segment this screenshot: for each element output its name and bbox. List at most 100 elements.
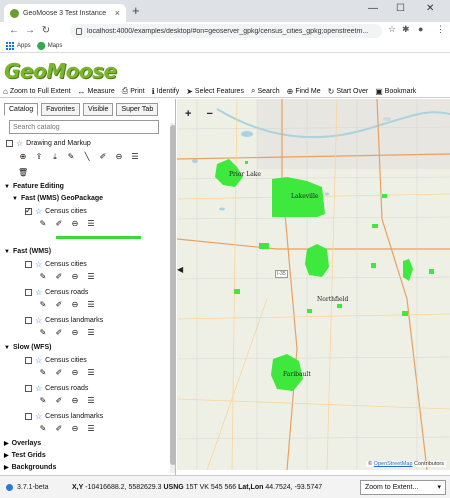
legend-icon[interactable]: ☰	[86, 424, 96, 433]
forward-icon[interactable]: →	[22, 25, 38, 36]
remove-icon[interactable]: ⊖	[70, 368, 80, 377]
minimize-icon[interactable]: —	[368, 3, 378, 14]
favorite-star-icon[interactable]: ☆	[35, 384, 42, 393]
remove-icon[interactable]: ⊖	[70, 272, 80, 281]
remove-icon[interactable]: ⊖	[70, 300, 80, 309]
draw-icon[interactable]: ✐	[54, 328, 64, 337]
back-icon[interactable]: ←	[6, 25, 22, 36]
group-test-grids[interactable]: ▶ Test Grids	[4, 452, 46, 459]
scrollbar-thumb[interactable]	[170, 125, 175, 465]
layer-checkbox[interactable]	[25, 357, 32, 364]
draw-icon[interactable]: ✐	[54, 300, 64, 309]
upload-icon[interactable]: ⇪	[34, 152, 44, 162]
remove-icon[interactable]: ⊖	[70, 424, 80, 433]
catalog-scrollbar[interactable]	[170, 123, 175, 473]
group-slow-wfs[interactable]: ▼ Slow (WFS)	[4, 344, 51, 351]
legend-icon[interactable]: ☰	[86, 396, 96, 405]
tool-find-me[interactable]: ⊕ Find Me	[287, 87, 321, 96]
draw-icon[interactable]: ✐	[54, 272, 64, 281]
draw-point-icon[interactable]: ✎	[66, 152, 76, 162]
opacity-slider[interactable]	[56, 236, 141, 239]
favorite-star-icon[interactable]: ☆	[35, 316, 42, 325]
remove-icon[interactable]: ⊖	[70, 396, 80, 405]
osm-link[interactable]: OpenStreetMap	[374, 461, 413, 467]
tab-super-tab[interactable]: Super Tab	[116, 103, 159, 116]
catalog-search-input[interactable]	[9, 120, 159, 134]
new-tab-button[interactable]: +	[132, 4, 140, 18]
close-tab-icon[interactable]: ×	[115, 8, 120, 18]
address-bar[interactable]: localhost:4000/examples/desktop/#on=geos…	[70, 24, 382, 38]
edit-icon[interactable]: ✎	[38, 368, 48, 377]
favorite-star-icon[interactable]: ☆	[35, 207, 42, 216]
tool-start-over[interactable]: ↻ Start Over	[328, 87, 369, 96]
layer-checkbox[interactable]	[25, 385, 32, 392]
layer-checkbox[interactable]	[25, 317, 32, 324]
edit-icon[interactable]: ✎	[38, 272, 48, 281]
edit-icon[interactable]: ✎	[38, 328, 48, 337]
menu-dots-icon[interactable]: ⋮	[436, 24, 445, 35]
remove-icon[interactable]: ⊖	[70, 328, 80, 337]
zoom-in-button[interactable]: +	[185, 108, 191, 120]
legend-icon[interactable]: ☰	[86, 300, 96, 309]
draw-icon[interactable]: ✐	[54, 396, 64, 405]
legend-icon[interactable]: ☰	[86, 368, 96, 377]
map-view[interactable]: + − ◀ Prior Lake Lakeville Northfield Fa…	[177, 99, 450, 470]
edit-icon[interactable]: ✎	[38, 396, 48, 405]
zoom-to-extent-select[interactable]: Zoom to Extent... ▾	[360, 480, 446, 495]
legend-icon[interactable]: ☰	[86, 219, 96, 228]
remove-icon[interactable]: ⊖	[70, 219, 80, 228]
tab-visible[interactable]: Visible	[82, 103, 114, 116]
trash-icon[interactable]: 🗑	[18, 168, 28, 177]
zoom-to-layer-icon[interactable]: ⊕	[18, 152, 28, 162]
tab-catalog[interactable]: Catalog	[4, 103, 39, 116]
group-backgrounds[interactable]: ▶ Backgrounds	[4, 464, 56, 471]
favorite-star-icon[interactable]: ☆	[35, 288, 42, 297]
tool-select-features[interactable]: ➤ Select Features	[186, 87, 244, 96]
legend-icon[interactable]: ☰	[130, 152, 140, 162]
edit-icon[interactable]: ✎	[38, 424, 48, 433]
tool-zoom-to-full-extent[interactable]: ⌂ Zoom to Full Extent	[3, 87, 71, 96]
edit-icon[interactable]: ✎	[38, 219, 48, 228]
tab-favorites[interactable]: Favorites	[41, 103, 80, 116]
layer-checkbox[interactable]	[25, 261, 32, 268]
tool-search[interactable]: ⌕ Search	[251, 86, 280, 96]
group-feature-editing[interactable]: ▼ Feature Editing	[4, 183, 64, 190]
zoom-out-button[interactable]: −	[207, 108, 213, 120]
bookmark-maps[interactable]: ⬤ Maps	[37, 41, 63, 50]
star-bookmark-icon[interactable]: ☆	[388, 24, 396, 35]
draw-icon[interactable]: ✐	[54, 219, 64, 228]
group-fast-wms-gpkg[interactable]: ▼ Fast (WMS) GeoPackage	[12, 195, 103, 202]
collapse-panel-button[interactable]: ◀	[177, 265, 183, 274]
reload-icon[interactable]: ↻	[38, 25, 54, 36]
group-overlays[interactable]: ▶ Overlays	[4, 440, 41, 447]
edit-icon[interactable]: ✎	[38, 300, 48, 309]
draw-line-icon[interactable]: ╲	[82, 152, 92, 162]
remove-icon[interactable]: ⊖	[114, 152, 124, 162]
bookmark-apps[interactable]: Apps	[6, 41, 31, 50]
layer-checkbox[interactable]	[25, 289, 32, 296]
extension-icon[interactable]: ✱	[402, 24, 410, 35]
group-fast-wms[interactable]: ▼ Fast (WMS)	[4, 248, 51, 255]
maximize-icon[interactable]: ☐	[396, 3, 405, 14]
download-icon[interactable]: ⤓	[50, 152, 60, 162]
tool-measure[interactable]: ↔ Measure	[78, 87, 115, 96]
layer-checkbox[interactable]	[6, 140, 13, 147]
draw-icon[interactable]: ✐	[54, 424, 64, 433]
tool-print[interactable]: ⎙ Print	[122, 86, 145, 96]
legend-icon[interactable]: ☰	[86, 272, 96, 281]
draw-icon[interactable]: ✐	[54, 368, 64, 377]
favorite-star-icon[interactable]: ☆	[16, 139, 23, 148]
favorite-star-icon[interactable]: ☆	[35, 356, 42, 365]
legend-icon[interactable]: ☰	[86, 328, 96, 337]
tool-bookmark[interactable]: ▣ Bookmark	[375, 87, 416, 96]
favorite-star-icon[interactable]: ☆	[35, 412, 42, 421]
tool-identify[interactable]: ℹ Identify	[152, 87, 180, 96]
layer-checkbox[interactable]	[25, 413, 32, 420]
favorite-star-icon[interactable]: ☆	[35, 260, 42, 269]
draw-polygon-icon[interactable]: ✐	[98, 152, 108, 162]
browser-tab[interactable]: GeoMoose 3 Test Instance ×	[4, 4, 126, 22]
layer-checkbox[interactable]	[25, 206, 32, 215]
profile-icon[interactable]: ●	[418, 24, 423, 34]
usng-value: 15T VK 545 566	[185, 484, 237, 491]
close-window-icon[interactable]: ✕	[426, 3, 434, 14]
